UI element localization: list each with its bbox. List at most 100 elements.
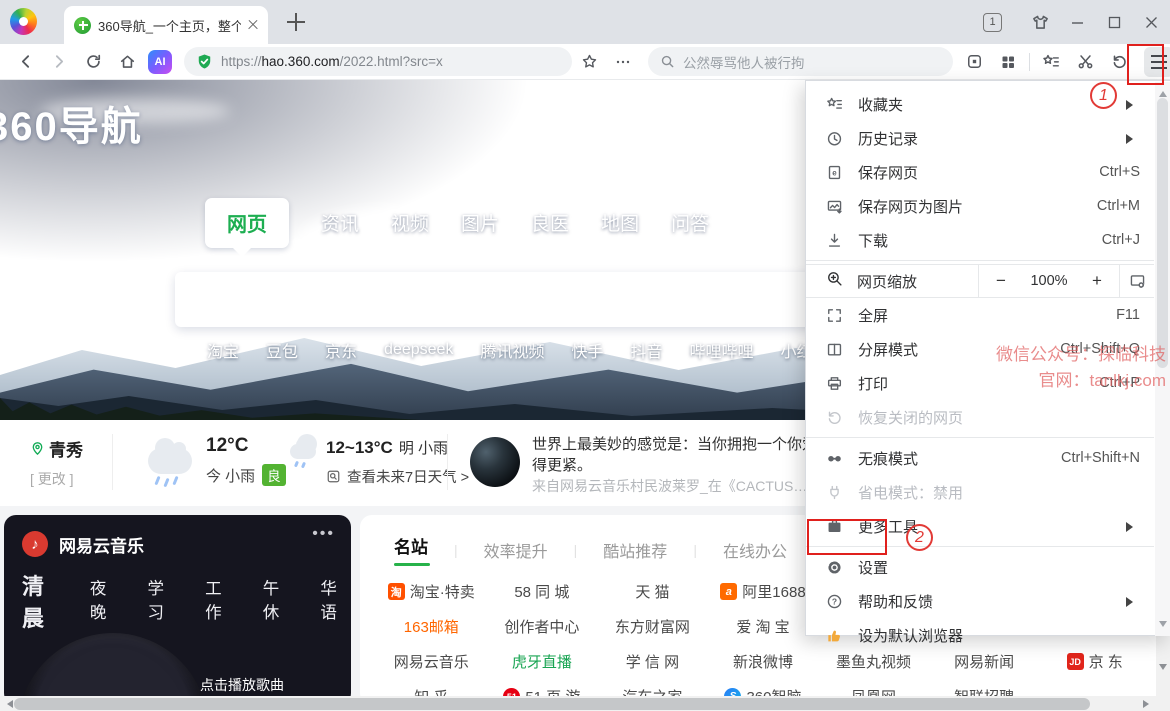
- back-button[interactable]: [8, 47, 42, 77]
- more-options-icon[interactable]: [606, 47, 640, 77]
- reload-button[interactable]: [76, 47, 110, 77]
- sites-tab[interactable]: 名站: [394, 533, 430, 566]
- menu-item-全屏[interactable]: 全屏 F11: [806, 298, 1154, 332]
- hero-tab-良医[interactable]: 良医: [531, 198, 569, 236]
- music-tab[interactable]: 清晨: [22, 569, 63, 633]
- address-bar[interactable]: https://hao.360.com/2022.html?src=x: [184, 47, 572, 76]
- weather-city[interactable]: 青秀: [30, 436, 83, 461]
- power-save-icon: [830, 485, 839, 499]
- screenshot-scissors-icon[interactable]: [1068, 47, 1102, 77]
- bookmark-star-icon[interactable]: [572, 47, 606, 77]
- menu-item-更多工具[interactable]: 更多工具: [806, 509, 1154, 543]
- theme-shirt-icon[interactable]: [1022, 0, 1059, 44]
- menu-label: 历史记录: [858, 130, 919, 148]
- hero-tab-视频[interactable]: 视频: [391, 198, 429, 236]
- menu-item-设置[interactable]: 设置: [806, 550, 1154, 584]
- menu-item-保存网页为图片[interactable]: 保存网页为图片 Ctrl+M: [806, 189, 1154, 223]
- zoom-out-button[interactable]: −: [979, 271, 1023, 291]
- quick-link[interactable]: deepseek: [384, 341, 453, 359]
- hero-tab-资讯[interactable]: 资讯: [321, 198, 359, 236]
- favorites-bar-icon[interactable]: [1034, 47, 1068, 77]
- menu-item-分屏模式[interactable]: 分屏模式 Ctrl+Shift+Q: [806, 332, 1154, 366]
- site-link[interactable]: 163邮箱: [376, 609, 487, 644]
- ai-assistant-button[interactable]: AI: [148, 49, 172, 74]
- site-link[interactable]: 学 信 网: [597, 644, 708, 679]
- hero-tab-地图[interactable]: 地图: [601, 198, 639, 236]
- browser-tab[interactable]: 360导航_一个主页，整个世界: [64, 6, 268, 44]
- quick-link[interactable]: 哔哩哔哩: [689, 338, 753, 362]
- play-knob[interactable]: [18, 633, 208, 705]
- site-link[interactable]: 创作者中心: [487, 609, 598, 644]
- home-button[interactable]: [110, 47, 144, 77]
- extensions-grid-icon[interactable]: [991, 47, 1025, 77]
- forward-button[interactable]: [42, 47, 76, 77]
- music-tab[interactable]: 工作: [205, 575, 236, 623]
- browser-logo-icon[interactable]: [10, 8, 37, 35]
- quick-link[interactable]: 淘宝: [207, 338, 239, 362]
- new-tab-button[interactable]: [287, 13, 305, 31]
- submenu-arrow-icon: [1126, 597, 1138, 607]
- quick-link[interactable]: 腾讯视频: [480, 338, 544, 362]
- site-link[interactable]: 淘淘宝·特卖: [376, 574, 487, 609]
- maximize-button[interactable]: [1096, 0, 1133, 44]
- sites-tab[interactable]: 效率提升: [484, 538, 548, 562]
- quote-avatar[interactable]: [470, 437, 520, 487]
- menu-item-设为默认浏览器[interactable]: 设为默认浏览器: [806, 618, 1154, 652]
- quick-links-row: 淘宝豆包京东deepseek腾讯视频快手抖音哔哩哔哩小红书凤凰网: [165, 338, 904, 362]
- menu-scrollbar[interactable]: [1155, 82, 1170, 636]
- download-icon: [828, 233, 841, 247]
- minimize-button[interactable]: [1059, 0, 1096, 44]
- menu-item-历史记录[interactable]: 历史记录: [806, 121, 1154, 155]
- menu-label: 设为默认浏览器: [858, 627, 964, 645]
- change-city-link[interactable]: [ 更改 ]: [30, 469, 83, 489]
- music-card[interactable]: ♪ 网易云音乐 ••• 清晨 夜晚 学习 工作 午休 华语 点击播放歌曲: [4, 515, 351, 705]
- site-link[interactable]: 58 同 城: [487, 574, 598, 609]
- music-tab[interactable]: 午休: [263, 575, 294, 623]
- site-link[interactable]: 网易云音乐: [376, 644, 487, 679]
- hero-tab-网页[interactable]: 网页: [205, 198, 289, 257]
- quick-links-settings-icon[interactable]: [165, 343, 180, 358]
- hero-tab-问答[interactable]: 问答: [671, 198, 709, 236]
- music-tab[interactable]: 华语: [320, 575, 351, 623]
- zoom-in-button[interactable]: +: [1075, 271, 1119, 291]
- search-category-tabs: 网页 资讯 视频 图片 良医 地图 问答: [205, 198, 709, 257]
- menu-item-打印[interactable]: 打印 Ctrl+P: [806, 366, 1154, 400]
- history-icon: [827, 131, 842, 145]
- menu-item-无痕模式[interactable]: 无痕模式 Ctrl+Shift+N: [806, 441, 1154, 475]
- main-menu-button[interactable]: [1144, 46, 1170, 77]
- quote-source[interactable]: 来自网易云音乐村民波莱罗_在《CACTUS… ♪: [532, 476, 833, 496]
- site-link[interactable]: 爱 淘 宝: [708, 609, 819, 644]
- menu-separator: [806, 437, 1154, 438]
- sites-tab[interactable]: 在线办公: [723, 538, 787, 562]
- tab-divider: |: [693, 541, 697, 558]
- quick-link[interactable]: 豆包: [266, 338, 298, 362]
- close-window-button[interactable]: [1133, 0, 1170, 44]
- vertical-scrollbar[interactable]: [1156, 636, 1170, 696]
- apps-panel-icon[interactable]: [957, 47, 991, 77]
- hero-tab-图片[interactable]: 图片: [461, 198, 499, 236]
- site-link[interactable]: 新浪微博: [708, 644, 819, 679]
- quick-link[interactable]: 京东: [325, 338, 357, 362]
- screen-gear-icon[interactable]: [1120, 273, 1154, 290]
- site-link[interactable]: 东方财富网: [597, 609, 708, 644]
- menu-item-帮助和反馈[interactable]: ? 帮助和反馈: [806, 584, 1154, 618]
- undo-restore-icon[interactable]: [1102, 47, 1136, 77]
- site-link[interactable]: 天 猫: [597, 574, 708, 609]
- quick-link[interactable]: 抖音: [630, 338, 662, 362]
- search-bar[interactable]: 公然辱骂他人被行拘: [648, 47, 953, 76]
- music-more-button[interactable]: •••: [312, 525, 335, 543]
- sites-tab[interactable]: 酷站推荐: [603, 538, 667, 562]
- security-shield-icon[interactable]: [196, 53, 213, 70]
- tab-close-icon[interactable]: [248, 20, 258, 30]
- site-link[interactable]: 虎牙直播: [487, 644, 598, 679]
- quick-link[interactable]: 快手: [571, 338, 603, 362]
- music-tab[interactable]: 学习: [147, 575, 178, 623]
- music-tab[interactable]: 夜晚: [90, 575, 121, 623]
- site-link[interactable]: a 阿里1688: [708, 574, 819, 609]
- horizontal-scrollbar[interactable]: [0, 696, 1170, 711]
- menu-item-下载[interactable]: 下载 Ctrl+J: [806, 223, 1154, 257]
- hscroll-thumb: [14, 697, 1090, 710]
- session-badge[interactable]: 1: [983, 12, 1002, 32]
- ali-icon: a: [720, 583, 738, 600]
- menu-item-保存网页[interactable]: e 保存网页 Ctrl+S: [806, 155, 1154, 189]
